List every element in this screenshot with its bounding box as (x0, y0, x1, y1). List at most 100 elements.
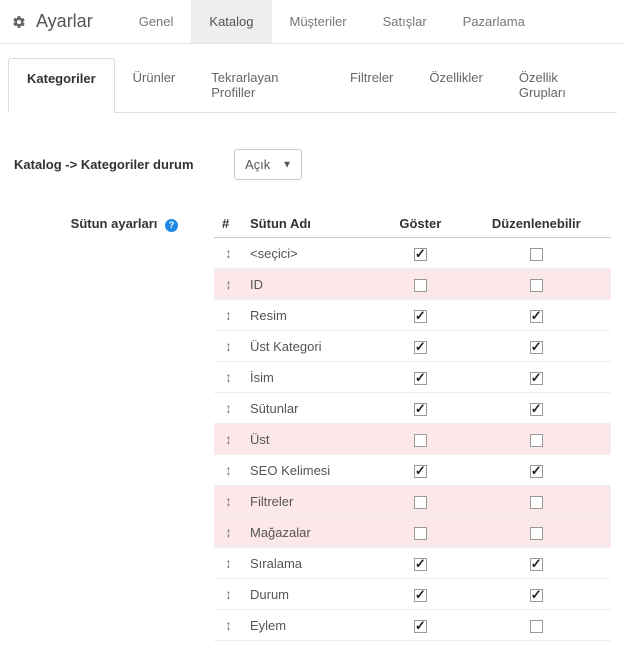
columns-table: # Sütun Adı Göster Düzenlenebilir ↕<seçi… (214, 210, 611, 641)
show-checkbox[interactable] (414, 465, 427, 478)
show-checkbox-cell (379, 300, 462, 331)
column-name-cell: Sıralama (242, 548, 379, 579)
editable-checkbox-cell (462, 269, 611, 300)
sub-tabs: KategorilerÜrünlerTekrarlayan ProfillerF… (8, 58, 617, 113)
editable-checkbox[interactable] (530, 434, 543, 447)
column-name-cell: Üst Kategori (242, 331, 379, 362)
show-checkbox-cell (379, 548, 462, 579)
show-checkbox[interactable] (414, 527, 427, 540)
table-row: ↕Mağazalar (214, 517, 611, 548)
editable-checkbox[interactable] (530, 310, 543, 323)
editable-checkbox-cell (462, 486, 611, 517)
table-row: ↕Sıralama (214, 548, 611, 579)
editable-checkbox-cell (462, 548, 611, 579)
show-checkbox[interactable] (414, 403, 427, 416)
drag-handle-icon[interactable]: ↕ (214, 269, 242, 300)
editable-checkbox-cell (462, 362, 611, 393)
header: Ayarlar GenelKatalogMüşterilerSatışlarPa… (0, 0, 625, 44)
editable-checkbox[interactable] (530, 341, 543, 354)
drag-handle-icon[interactable]: ↕ (214, 238, 242, 269)
status-select-wrap: Açık ▼ (234, 149, 302, 180)
columns-label: Sütun ayarları ? (14, 210, 184, 232)
table-row: ↕SEO Kelimesi (214, 455, 611, 486)
show-checkbox[interactable] (414, 558, 427, 571)
drag-handle-icon[interactable]: ↕ (214, 455, 242, 486)
column-name-cell: Durum (242, 579, 379, 610)
show-checkbox-cell (379, 424, 462, 455)
show-checkbox[interactable] (414, 248, 427, 261)
editable-checkbox[interactable] (530, 589, 543, 602)
editable-checkbox-cell (462, 300, 611, 331)
editable-checkbox-cell (462, 517, 611, 548)
page-title: Ayarlar (36, 11, 93, 32)
show-checkbox-cell (379, 269, 462, 300)
show-checkbox[interactable] (414, 310, 427, 323)
top-tab-0[interactable]: Genel (121, 0, 192, 43)
drag-handle-icon[interactable]: ↕ (214, 393, 242, 424)
sub-tab-1[interactable]: Ürünler (115, 58, 194, 112)
status-row: Katalog -> Kategoriler durum Açık ▼ (14, 149, 611, 180)
show-checkbox[interactable] (414, 434, 427, 447)
table-row: ↕<seçici> (214, 238, 611, 269)
gear-icon (12, 15, 26, 29)
editable-checkbox[interactable] (530, 248, 543, 261)
drag-handle-icon[interactable]: ↕ (214, 331, 242, 362)
drag-handle-icon[interactable]: ↕ (214, 362, 242, 393)
column-name-cell: Sütunlar (242, 393, 379, 424)
status-select[interactable]: Açık (234, 149, 302, 180)
drag-handle-icon[interactable]: ↕ (214, 300, 242, 331)
drag-handle-icon[interactable]: ↕ (214, 424, 242, 455)
editable-checkbox-cell (462, 455, 611, 486)
show-checkbox[interactable] (414, 341, 427, 354)
editable-checkbox[interactable] (530, 465, 543, 478)
editable-checkbox[interactable] (530, 496, 543, 509)
editable-checkbox-cell (462, 238, 611, 269)
column-name-cell: Eylem (242, 610, 379, 641)
editable-checkbox-cell (462, 610, 611, 641)
show-checkbox-cell (379, 362, 462, 393)
sub-tab-0[interactable]: Kategoriler (8, 58, 115, 113)
drag-handle-icon[interactable]: ↕ (214, 486, 242, 517)
editable-checkbox[interactable] (530, 620, 543, 633)
editable-checkbox[interactable] (530, 279, 543, 292)
column-name-cell: ID (242, 269, 379, 300)
column-name-cell: Mağazalar (242, 517, 379, 548)
editable-checkbox-cell (462, 424, 611, 455)
table-row: ↕Durum (214, 579, 611, 610)
show-checkbox-cell (379, 517, 462, 548)
columns-table-wrap: # Sütun Adı Göster Düzenlenebilir ↕<seçi… (214, 210, 611, 641)
show-checkbox[interactable] (414, 372, 427, 385)
editable-checkbox[interactable] (530, 372, 543, 385)
drag-handle-icon[interactable]: ↕ (214, 548, 242, 579)
sub-tab-4[interactable]: Özellikler (411, 58, 500, 112)
drag-handle-icon[interactable]: ↕ (214, 579, 242, 610)
column-name-cell: Filtreler (242, 486, 379, 517)
show-checkbox-cell (379, 331, 462, 362)
top-tab-3[interactable]: Satışlar (365, 0, 445, 43)
top-tab-4[interactable]: Pazarlama (445, 0, 543, 43)
columns-row: Sütun ayarları ? # Sütun Adı Göster Düze… (14, 210, 611, 641)
editable-checkbox[interactable] (530, 558, 543, 571)
show-checkbox-cell (379, 393, 462, 424)
table-row: ↕Eylem (214, 610, 611, 641)
top-tab-1[interactable]: Katalog (191, 0, 271, 43)
top-tab-2[interactable]: Müşteriler (272, 0, 365, 43)
show-checkbox[interactable] (414, 620, 427, 633)
show-checkbox-cell (379, 455, 462, 486)
sub-tab-3[interactable]: Filtreler (332, 58, 411, 112)
column-name-cell: <seçici> (242, 238, 379, 269)
sub-tab-2[interactable]: Tekrarlayan Profiller (193, 58, 332, 112)
show-checkbox[interactable] (414, 589, 427, 602)
column-name-cell: Üst (242, 424, 379, 455)
drag-handle-icon[interactable]: ↕ (214, 610, 242, 641)
table-row: ↕Sütunlar (214, 393, 611, 424)
editable-checkbox[interactable] (530, 403, 543, 416)
drag-handle-icon[interactable]: ↕ (214, 517, 242, 548)
column-name-cell: SEO Kelimesi (242, 455, 379, 486)
status-label: Katalog -> Kategoriler durum (14, 157, 234, 172)
editable-checkbox[interactable] (530, 527, 543, 540)
sub-tab-5[interactable]: Özellik Grupları (501, 58, 617, 112)
show-checkbox[interactable] (414, 496, 427, 509)
show-checkbox[interactable] (414, 279, 427, 292)
help-icon[interactable]: ? (165, 219, 178, 232)
